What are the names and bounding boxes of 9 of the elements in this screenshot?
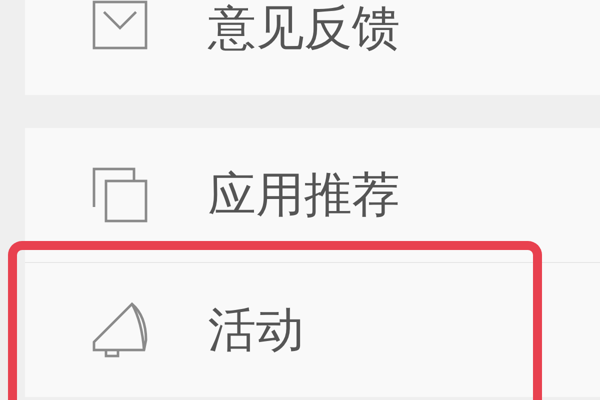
overlapping-squares-icon (92, 167, 148, 223)
menu-item-label: 意见反馈 (208, 0, 400, 56)
menu-item-label: 活动 (208, 302, 304, 358)
menu-item-label: 应用推荐 (208, 167, 400, 223)
envelope-icon (92, 0, 148, 50)
megaphone-icon (92, 302, 148, 358)
menu-item[interactable]: 意见反馈 (25, 0, 600, 95)
menu-item[interactable]: 应用推荐 (25, 128, 600, 263)
menu-item[interactable]: 活动 (25, 263, 600, 397)
